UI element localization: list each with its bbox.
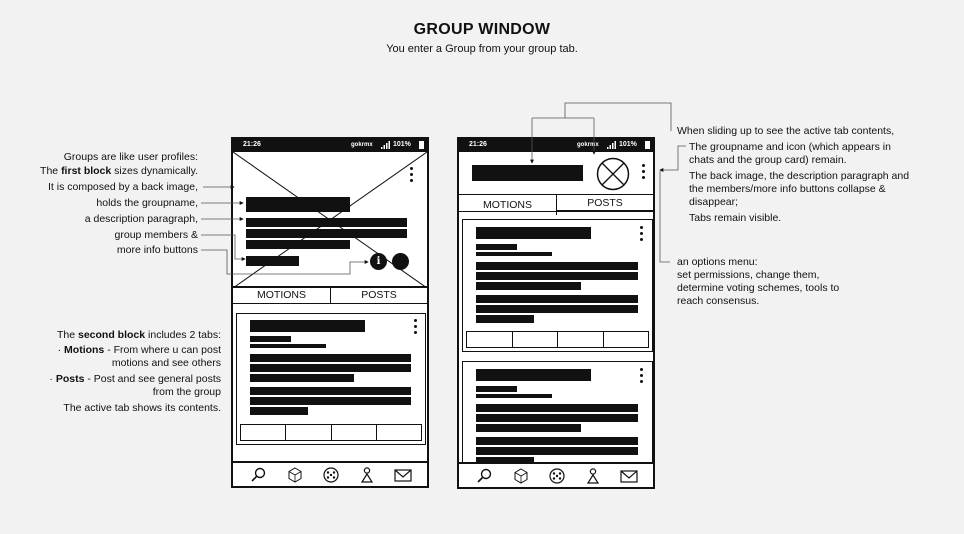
connector-members [201,234,246,261]
annotation-connectors [201,102,686,275]
connector-groupname-icon [659,145,686,172]
connector-sliding [564,102,672,131]
connector-options [659,171,670,263]
connector-more-info [201,249,369,275]
